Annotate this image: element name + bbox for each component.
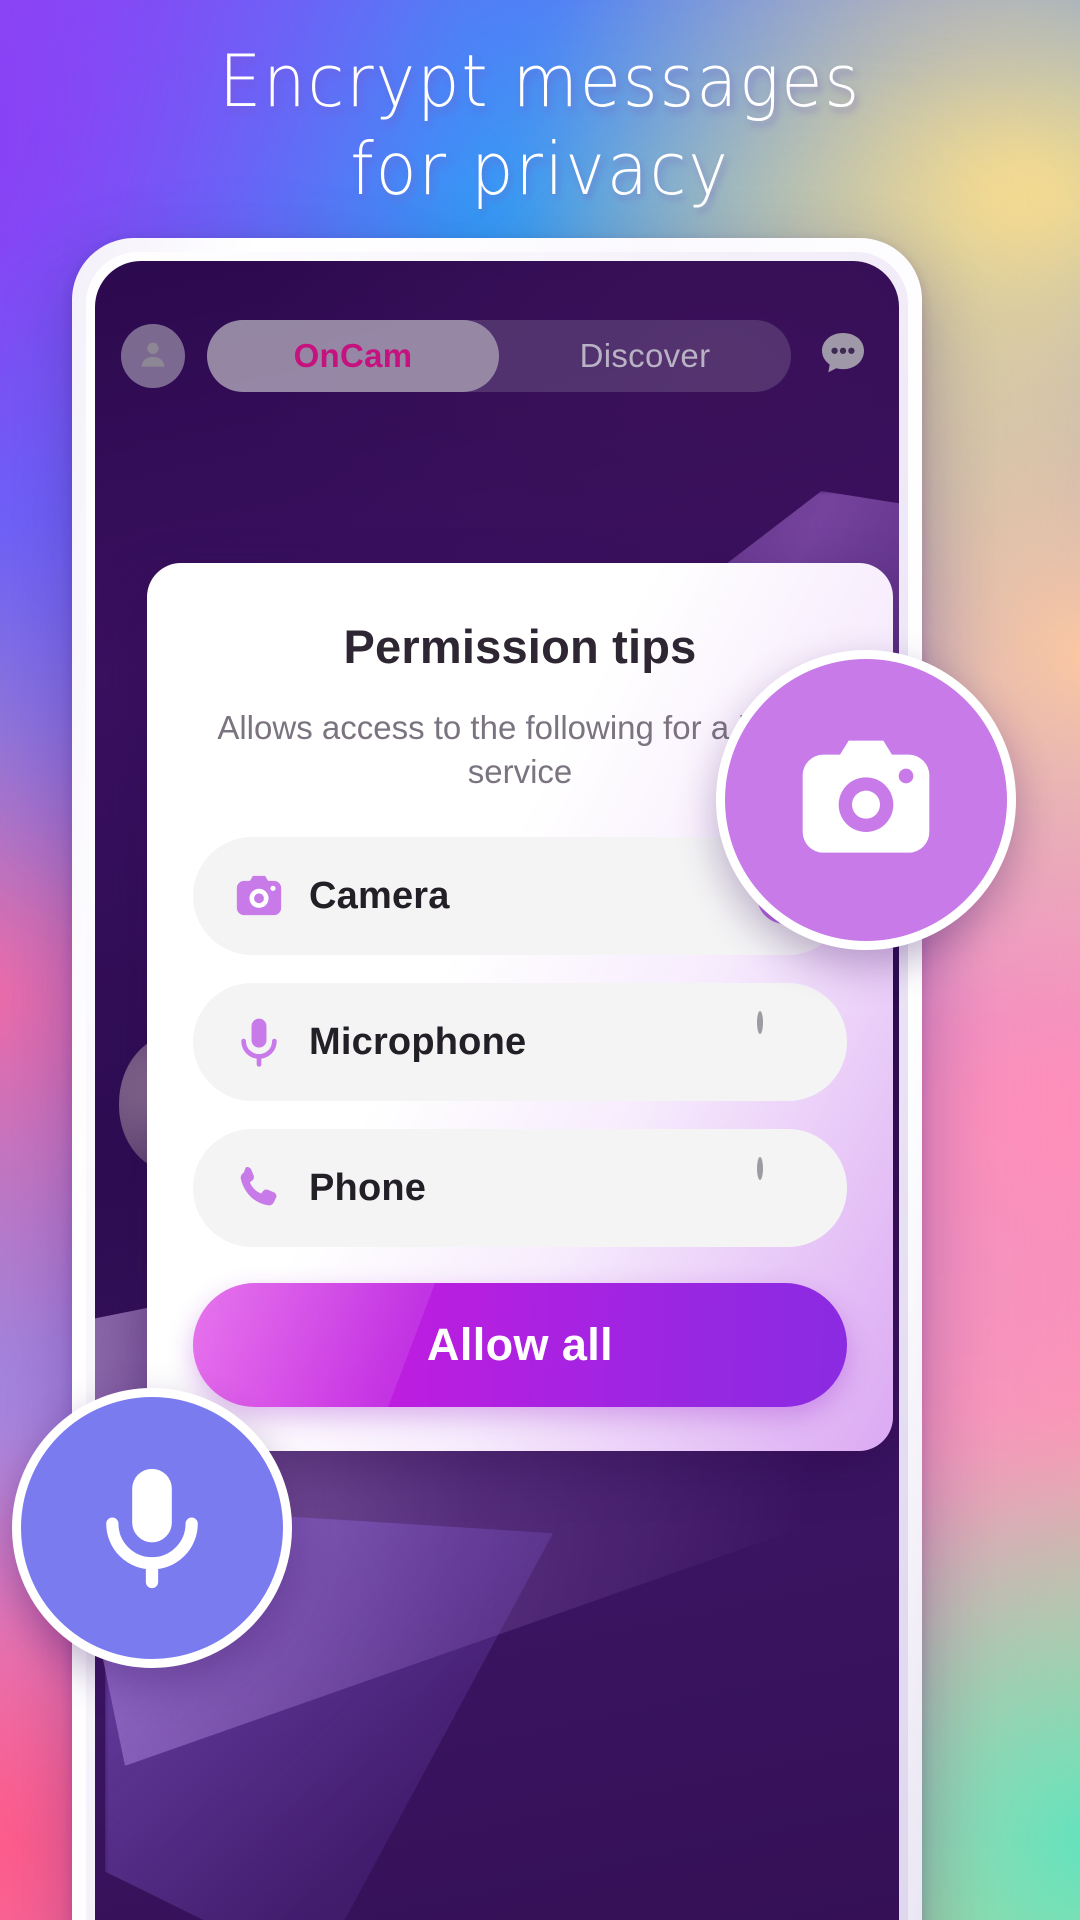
camera-icon bbox=[786, 718, 946, 883]
microphone-permission-badge bbox=[12, 1388, 292, 1668]
promo-screenshot: Encrypt messages for privacy OnCam Disco… bbox=[0, 0, 1080, 1920]
app-topbar: OnCam Discover bbox=[95, 317, 899, 395]
permission-toggle-microphone[interactable] bbox=[757, 1011, 813, 1070]
permission-toggle-phone[interactable] bbox=[757, 1157, 813, 1216]
headline-line-2: for privacy bbox=[350, 126, 730, 211]
microphone-icon bbox=[227, 1014, 291, 1070]
chat-button[interactable] bbox=[813, 326, 873, 386]
radio-empty-icon bbox=[757, 1157, 763, 1181]
phone-bezel: OnCam Discover Permission tips Allows ac… bbox=[86, 252, 908, 1920]
chat-bubble-dots-icon bbox=[815, 326, 871, 387]
phone-screen: OnCam Discover Permission tips Allows ac… bbox=[95, 261, 899, 1920]
microphone-icon bbox=[82, 1456, 222, 1601]
tab-discover[interactable]: Discover bbox=[499, 320, 791, 392]
camera-icon bbox=[227, 868, 291, 924]
camera-permission-badge bbox=[716, 650, 1016, 950]
person-avatar-icon bbox=[136, 337, 170, 376]
tab-switcher[interactable]: OnCam Discover bbox=[207, 320, 791, 392]
radio-empty-icon bbox=[757, 1011, 763, 1035]
page-title: Permission tips bbox=[343, 620, 697, 673]
phone-handset-icon bbox=[227, 1160, 291, 1216]
allow-all-label: Allow all bbox=[426, 1319, 614, 1371]
headline-line-1: Encrypt messages bbox=[218, 39, 862, 123]
permission-label-phone: Phone bbox=[309, 1166, 427, 1209]
tab-oncam[interactable]: OnCam bbox=[207, 320, 499, 392]
tab-oncam-label: OnCam bbox=[293, 337, 413, 374]
permission-row-phone[interactable]: Phone bbox=[193, 1129, 847, 1248]
permission-row-microphone[interactable]: Microphone bbox=[193, 983, 847, 1102]
avatar-button[interactable] bbox=[121, 324, 185, 388]
promo-headline: Encrypt messages for privacy bbox=[0, 38, 1080, 214]
tab-discover-label: Discover bbox=[579, 337, 711, 374]
allow-all-button[interactable]: Allow all bbox=[193, 1283, 847, 1408]
permission-label-camera: Camera bbox=[309, 874, 450, 917]
permission-label-microphone: Microphone bbox=[309, 1020, 527, 1063]
phone-mockup: OnCam Discover Permission tips Allows ac… bbox=[72, 238, 922, 1920]
